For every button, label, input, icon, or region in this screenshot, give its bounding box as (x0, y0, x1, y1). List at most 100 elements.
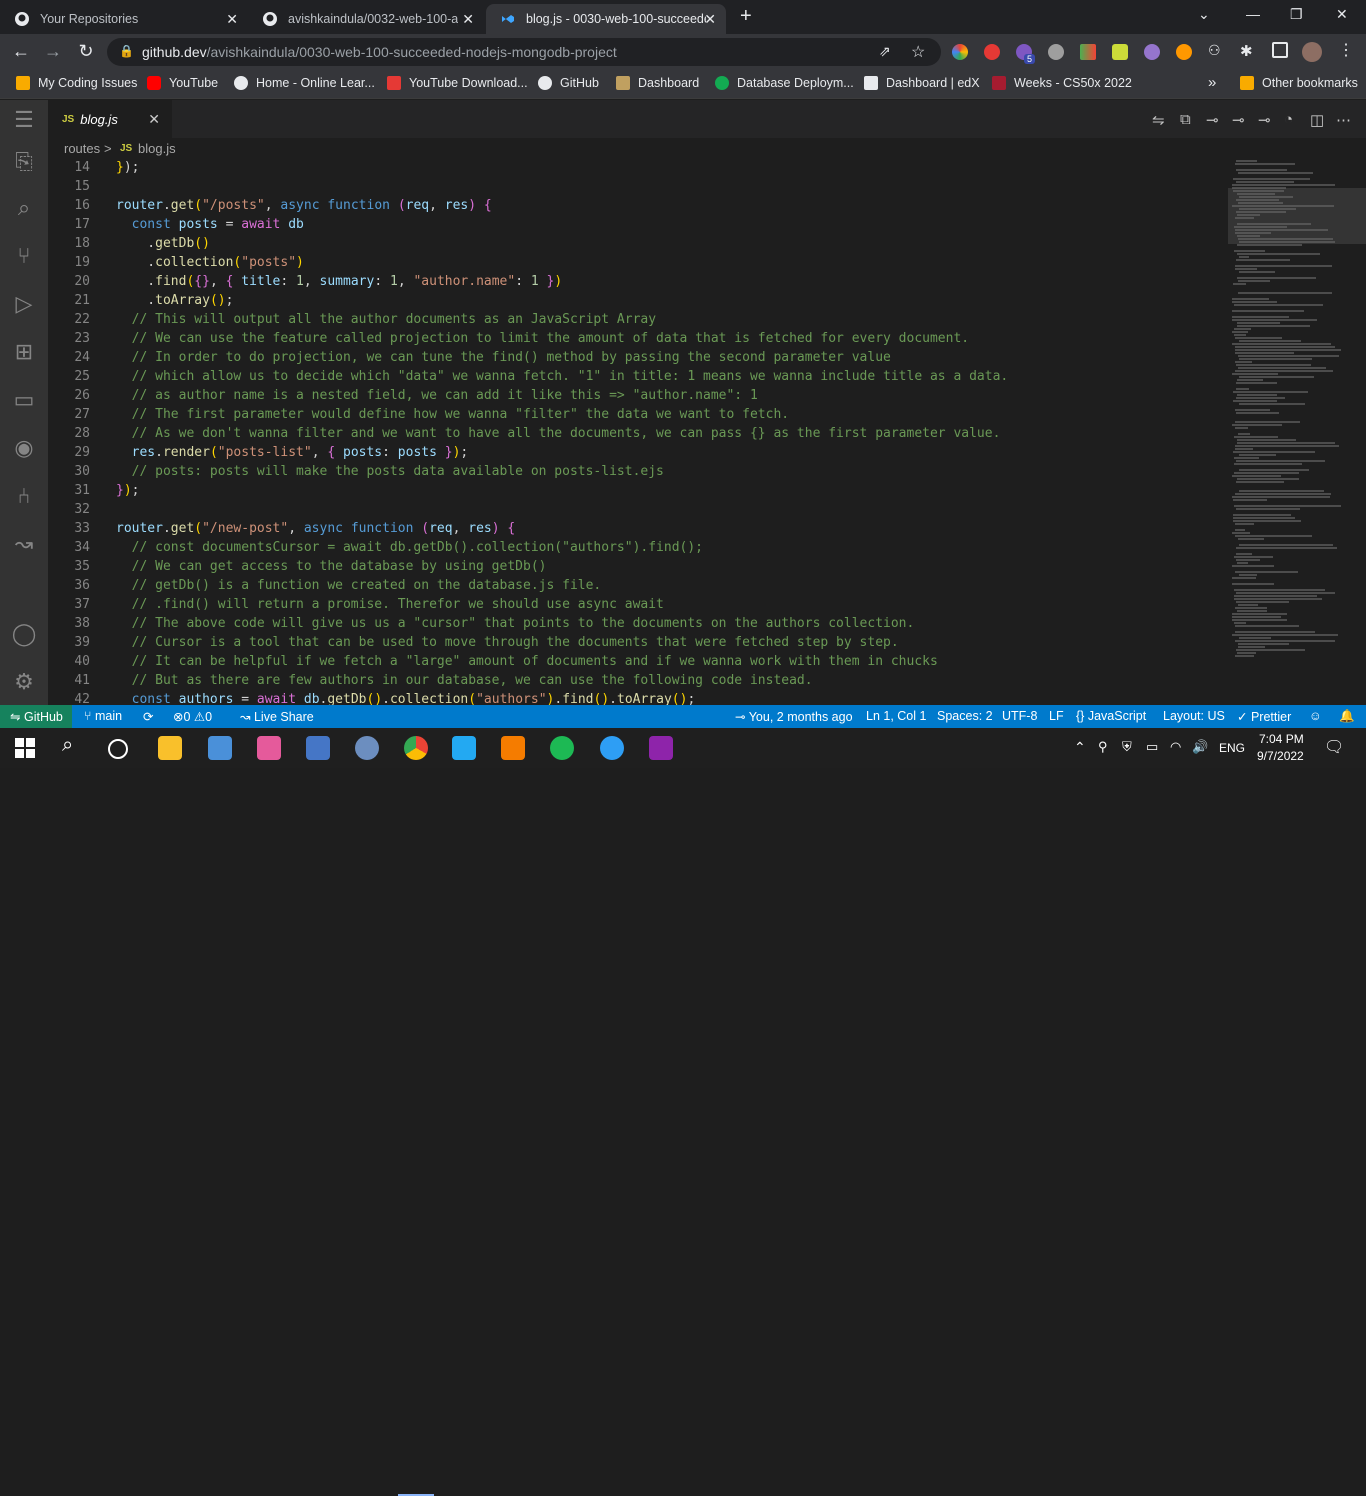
code-text[interactable]: const authors = await db.getDb().collect… (116, 690, 696, 705)
code-text[interactable]: }); (116, 158, 139, 177)
remote-explorer-icon[interactable]: ▭ (0, 380, 48, 420)
side-panel-icon[interactable] (1272, 42, 1288, 58)
code-text[interactable]: // posts: posts will make the posts data… (116, 462, 664, 481)
extension-icon[interactable] (1144, 44, 1160, 60)
code-text[interactable]: // .find() will return a promise. Theref… (116, 595, 664, 614)
menu-hamburger-icon[interactable]: ☰ (0, 100, 48, 140)
code-text[interactable]: .collection("posts") (116, 253, 304, 272)
git-next-icon[interactable]: ⊸ (1258, 111, 1271, 129)
close-icon[interactable]: ✕ (148, 111, 160, 128)
bell-icon[interactable]: 🔔 (1339, 709, 1355, 724)
address-bar[interactable]: 🔒 github.dev/avishkaindula/0030-web-100-… (107, 38, 941, 66)
code-text[interactable]: .find({}, { title: 1, summary: 1, "autho… (116, 272, 562, 291)
keyboard-layout[interactable]: Layout: US (1163, 709, 1225, 723)
task-view-icon[interactable] (108, 739, 128, 759)
forward-button[interactable]: → (42, 41, 64, 62)
code-text[interactable]: // Cursor is a tool that can be used to … (116, 633, 899, 652)
code-text[interactable]: }); (116, 481, 139, 500)
close-window-button[interactable]: ✕ (1336, 6, 1348, 23)
code-text[interactable]: // This will output all the author docum… (116, 310, 656, 329)
browser-tab-repositories[interactable]: Your Repositories ✕ (0, 4, 248, 34)
code-text[interactable]: const posts = await db (116, 215, 304, 234)
code-text[interactable]: // getDb() is a function we created on t… (116, 576, 602, 595)
remote-indicator[interactable]: ⇋ GitHub (0, 705, 72, 728)
new-tab-button[interactable]: + (740, 5, 752, 28)
code-text[interactable]: // which allow us to decide which "data"… (116, 367, 1009, 386)
code-text[interactable]: // The first parameter would define how … (116, 405, 789, 424)
code-text[interactable]: res.render("posts-list", { posts: posts … (116, 443, 469, 462)
qbittorrent-icon[interactable] (355, 736, 379, 760)
chevron-up-icon[interactable]: ⌃ (1074, 739, 1086, 756)
open-preview-icon[interactable]: ⧉ (1180, 111, 1191, 128)
explorer-icon[interactable]: ⎘ (0, 142, 48, 182)
feedback-icon[interactable]: ☺ (1309, 709, 1322, 723)
code-text[interactable]: // const documentsCursor = await db.getD… (116, 538, 703, 557)
git-blame[interactable]: ⊸ You, 2 months ago (735, 709, 853, 724)
file-explorer-icon[interactable] (158, 736, 182, 760)
bookmark-item[interactable]: Database Deploym... (715, 76, 854, 90)
gear-icon[interactable]: ⚙ (0, 662, 48, 702)
code-text[interactable]: router.get("/new-post", async function (… (116, 519, 515, 538)
timeline-icon[interactable]: ◔ (1284, 111, 1293, 128)
bookmark-item[interactable]: Dashboard (616, 76, 699, 90)
share-icon[interactable]: ⇗ (879, 43, 891, 60)
compare-icon[interactable]: ⇋ (1152, 111, 1165, 129)
vscode-icon[interactable] (452, 736, 476, 760)
code-text[interactable]: // We can get access to the database by … (116, 557, 547, 576)
cursor-position[interactable]: Ln 1, Col 1 (866, 709, 926, 723)
code-text[interactable]: // It can be helpful if we fetch a "larg… (116, 652, 938, 671)
browser-tab-blogjs[interactable]: blog.js - 0030-web-100-succeede ✕ (486, 4, 726, 34)
indentation[interactable]: Spaces: 2 (937, 709, 993, 723)
clock-date[interactable]: 9/7/2022 (1257, 749, 1304, 763)
breadcrumb-file[interactable]: blog.js (138, 141, 176, 156)
menu-icon[interactable]: ⋮ (1338, 40, 1354, 60)
sync-icon[interactable]: ⟳ (143, 709, 153, 724)
prettier-status[interactable]: ✓ Prettier (1237, 709, 1291, 724)
minimize-button[interactable]: — (1246, 6, 1260, 22)
search-icon[interactable]: ⌕ (62, 734, 73, 757)
extension-icon[interactable] (1080, 44, 1096, 60)
code-text[interactable]: // As we don't wanna filter and we want … (116, 424, 1001, 443)
bookmark-item[interactable]: YouTube (147, 76, 218, 90)
editor-tab-blogjs[interactable]: JS blog.js ✕ (48, 100, 172, 138)
visual-studio-icon[interactable] (649, 736, 673, 760)
back-button[interactable]: ← (10, 41, 32, 62)
close-icon[interactable]: ✕ (462, 11, 474, 28)
git-previous-icon[interactable]: ⊸ (1206, 111, 1219, 129)
close-icon[interactable]: ✕ (704, 11, 716, 28)
live-share-button[interactable]: ↝ Live Share (240, 709, 314, 724)
translator-icon[interactable] (306, 736, 330, 760)
spotify-icon[interactable] (550, 736, 574, 760)
account-icon[interactable]: ◯ (0, 614, 48, 654)
breadcrumb-folder[interactable]: routes (64, 141, 100, 156)
wifi-icon[interactable]: ◠ (1170, 739, 1181, 755)
code-text[interactable]: // The above code will give us us a "cur… (116, 614, 915, 633)
remote-desktop-icon[interactable] (208, 736, 232, 760)
tab-search-icon[interactable]: ⌄ (1198, 6, 1210, 23)
code-text[interactable]: .toArray(); (116, 291, 233, 310)
code-text[interactable]: router.get("/posts", async function (req… (116, 196, 492, 215)
extension-icon[interactable] (1176, 44, 1192, 60)
tray-icon[interactable]: ⚲ (1098, 739, 1108, 755)
fl-studio-icon[interactable] (501, 736, 525, 760)
code-text[interactable]: // But as there are few authors in our d… (116, 671, 813, 690)
git-commit-icon[interactable]: ⊸ (1232, 111, 1245, 129)
github-icon[interactable]: ◉ (0, 428, 48, 468)
bookmark-item[interactable]: Home - Online Lear... (234, 76, 375, 90)
app-icon[interactable] (600, 736, 624, 760)
code-text[interactable]: .getDb() (116, 234, 210, 253)
source-control-icon[interactable]: ⑂ (0, 236, 48, 276)
minimap[interactable] (1228, 158, 1366, 705)
bookmark-item[interactable]: My Coding Issues (16, 76, 137, 90)
windows-start-icon[interactable] (13, 736, 37, 760)
battery-icon[interactable]: ▭ (1146, 739, 1158, 755)
browser-tab-aja[interactable]: avishkaindula/0032-web-100-aja ✕ (248, 4, 484, 34)
code-text[interactable]: // We can use the feature called project… (116, 329, 969, 348)
bookmark-item[interactable]: Dashboard | edX (864, 76, 980, 90)
close-icon[interactable]: ✕ (226, 11, 238, 28)
extension-icon[interactable] (952, 44, 968, 60)
puzzle-icon[interactable]: ✱ (1240, 42, 1253, 60)
other-bookmarks[interactable]: Other bookmarks (1240, 76, 1358, 90)
encoding[interactable]: UTF-8 (1002, 709, 1037, 723)
more-actions-icon[interactable]: ⋯ (1336, 111, 1351, 129)
